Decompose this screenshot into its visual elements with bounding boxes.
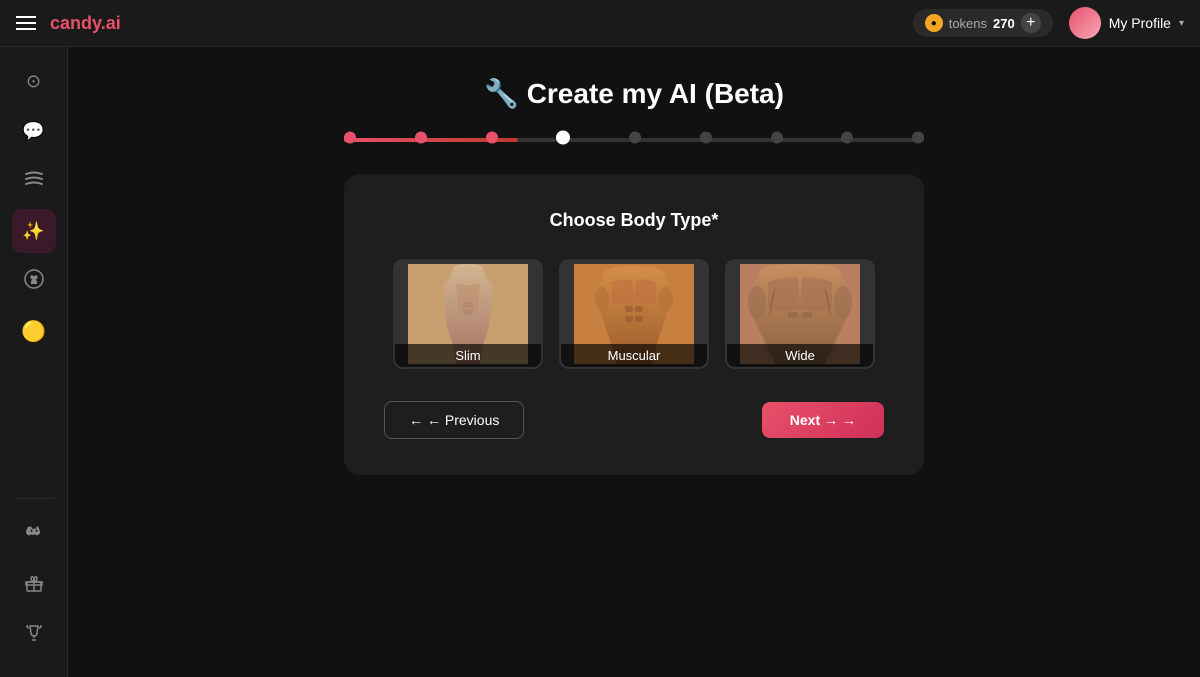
avatar — [1069, 7, 1101, 39]
compass-icon: ⊙ — [26, 71, 41, 92]
progress-dot-8 — [841, 132, 853, 144]
card-title: Choose Body Type* — [384, 210, 884, 231]
progress-track — [344, 138, 924, 142]
arrow-left-icon: ← — [409, 412, 423, 428]
sidebar-item-feed[interactable] — [12, 159, 56, 203]
progress-dot-2 — [415, 132, 427, 144]
sidebar-item-explore[interactable]: ⊙ — [12, 59, 56, 103]
sidebar-item-chat[interactable]: 💬 — [12, 109, 56, 153]
discord-icon — [24, 523, 44, 548]
coin-icon: 🟡 — [21, 319, 46, 344]
card-actions: ← ← Previous Next → → — [384, 401, 884, 439]
progress-dot-9 — [912, 132, 924, 144]
page-title: 🔧 Create my AI (Beta) — [484, 77, 784, 110]
progress-dot-1 — [344, 132, 356, 144]
tokens-count: 270 — [993, 16, 1015, 31]
token-coin-icon: ● — [925, 14, 943, 32]
body-type-muscular[interactable]: Muscular — [559, 259, 709, 369]
body-muscular-label: Muscular — [561, 344, 707, 367]
sidebar-item-tokens[interactable]: 🟡 — [12, 309, 56, 353]
chat-icon: 💬 — [22, 121, 44, 142]
progress-dot-6 — [700, 132, 712, 144]
chevron-down-icon: ▾ — [1179, 18, 1184, 29]
progress-dot-7 — [771, 132, 783, 144]
sparkles-icon: ✨ — [22, 221, 44, 242]
body-type-options: Slim — [384, 259, 884, 369]
sidebar-item-github[interactable] — [12, 259, 56, 303]
feed-icon — [24, 169, 44, 194]
body-type-card: Choose Body Type* — [344, 174, 924, 475]
main-content: 🔧 Create my AI (Beta) Choose Body Type* — [68, 47, 1200, 677]
arrow-right-icon: → — [842, 412, 856, 428]
progress-dot-4 — [556, 131, 570, 145]
next-button[interactable]: Next → → — [762, 402, 884, 438]
body-type-wide[interactable]: Wide — [725, 259, 875, 369]
body-type-slim[interactable]: Slim — [393, 259, 543, 369]
sidebar-item-create[interactable]: ✨ — [12, 209, 56, 253]
progress-dot-5 — [629, 132, 641, 144]
progress-dots — [344, 136, 924, 145]
trophy-icon — [24, 623, 44, 648]
profile-area[interactable]: My Profile ▾ — [1069, 7, 1184, 39]
top-navigation: candy.ai ● tokens 270 + My Profile ▾ — [0, 0, 1200, 47]
next-button-label: Next → — [790, 412, 838, 428]
add-tokens-button[interactable]: + — [1021, 13, 1041, 33]
gift-icon — [24, 573, 44, 598]
progress-dot-3 — [486, 132, 498, 144]
profile-label: My Profile — [1109, 15, 1171, 31]
sidebar-divider — [14, 498, 54, 499]
body-wide-label: Wide — [727, 344, 873, 367]
previous-button-label: ← Previous — [427, 412, 499, 428]
tokens-label: tokens — [949, 16, 987, 31]
sidebar: ⊙ 💬 ✨ — [0, 47, 68, 677]
sidebar-item-referral[interactable] — [12, 563, 56, 607]
brand-logo: candy.ai — [50, 13, 121, 34]
body-slim-label: Slim — [395, 344, 541, 367]
github-icon — [24, 269, 44, 294]
sidebar-item-discord[interactable] — [12, 513, 56, 557]
sidebar-item-leaderboard[interactable] — [12, 613, 56, 657]
previous-button[interactable]: ← ← Previous — [384, 401, 524, 439]
hamburger-menu[interactable] — [16, 16, 36, 30]
tokens-display: ● tokens 270 + — [913, 9, 1053, 37]
